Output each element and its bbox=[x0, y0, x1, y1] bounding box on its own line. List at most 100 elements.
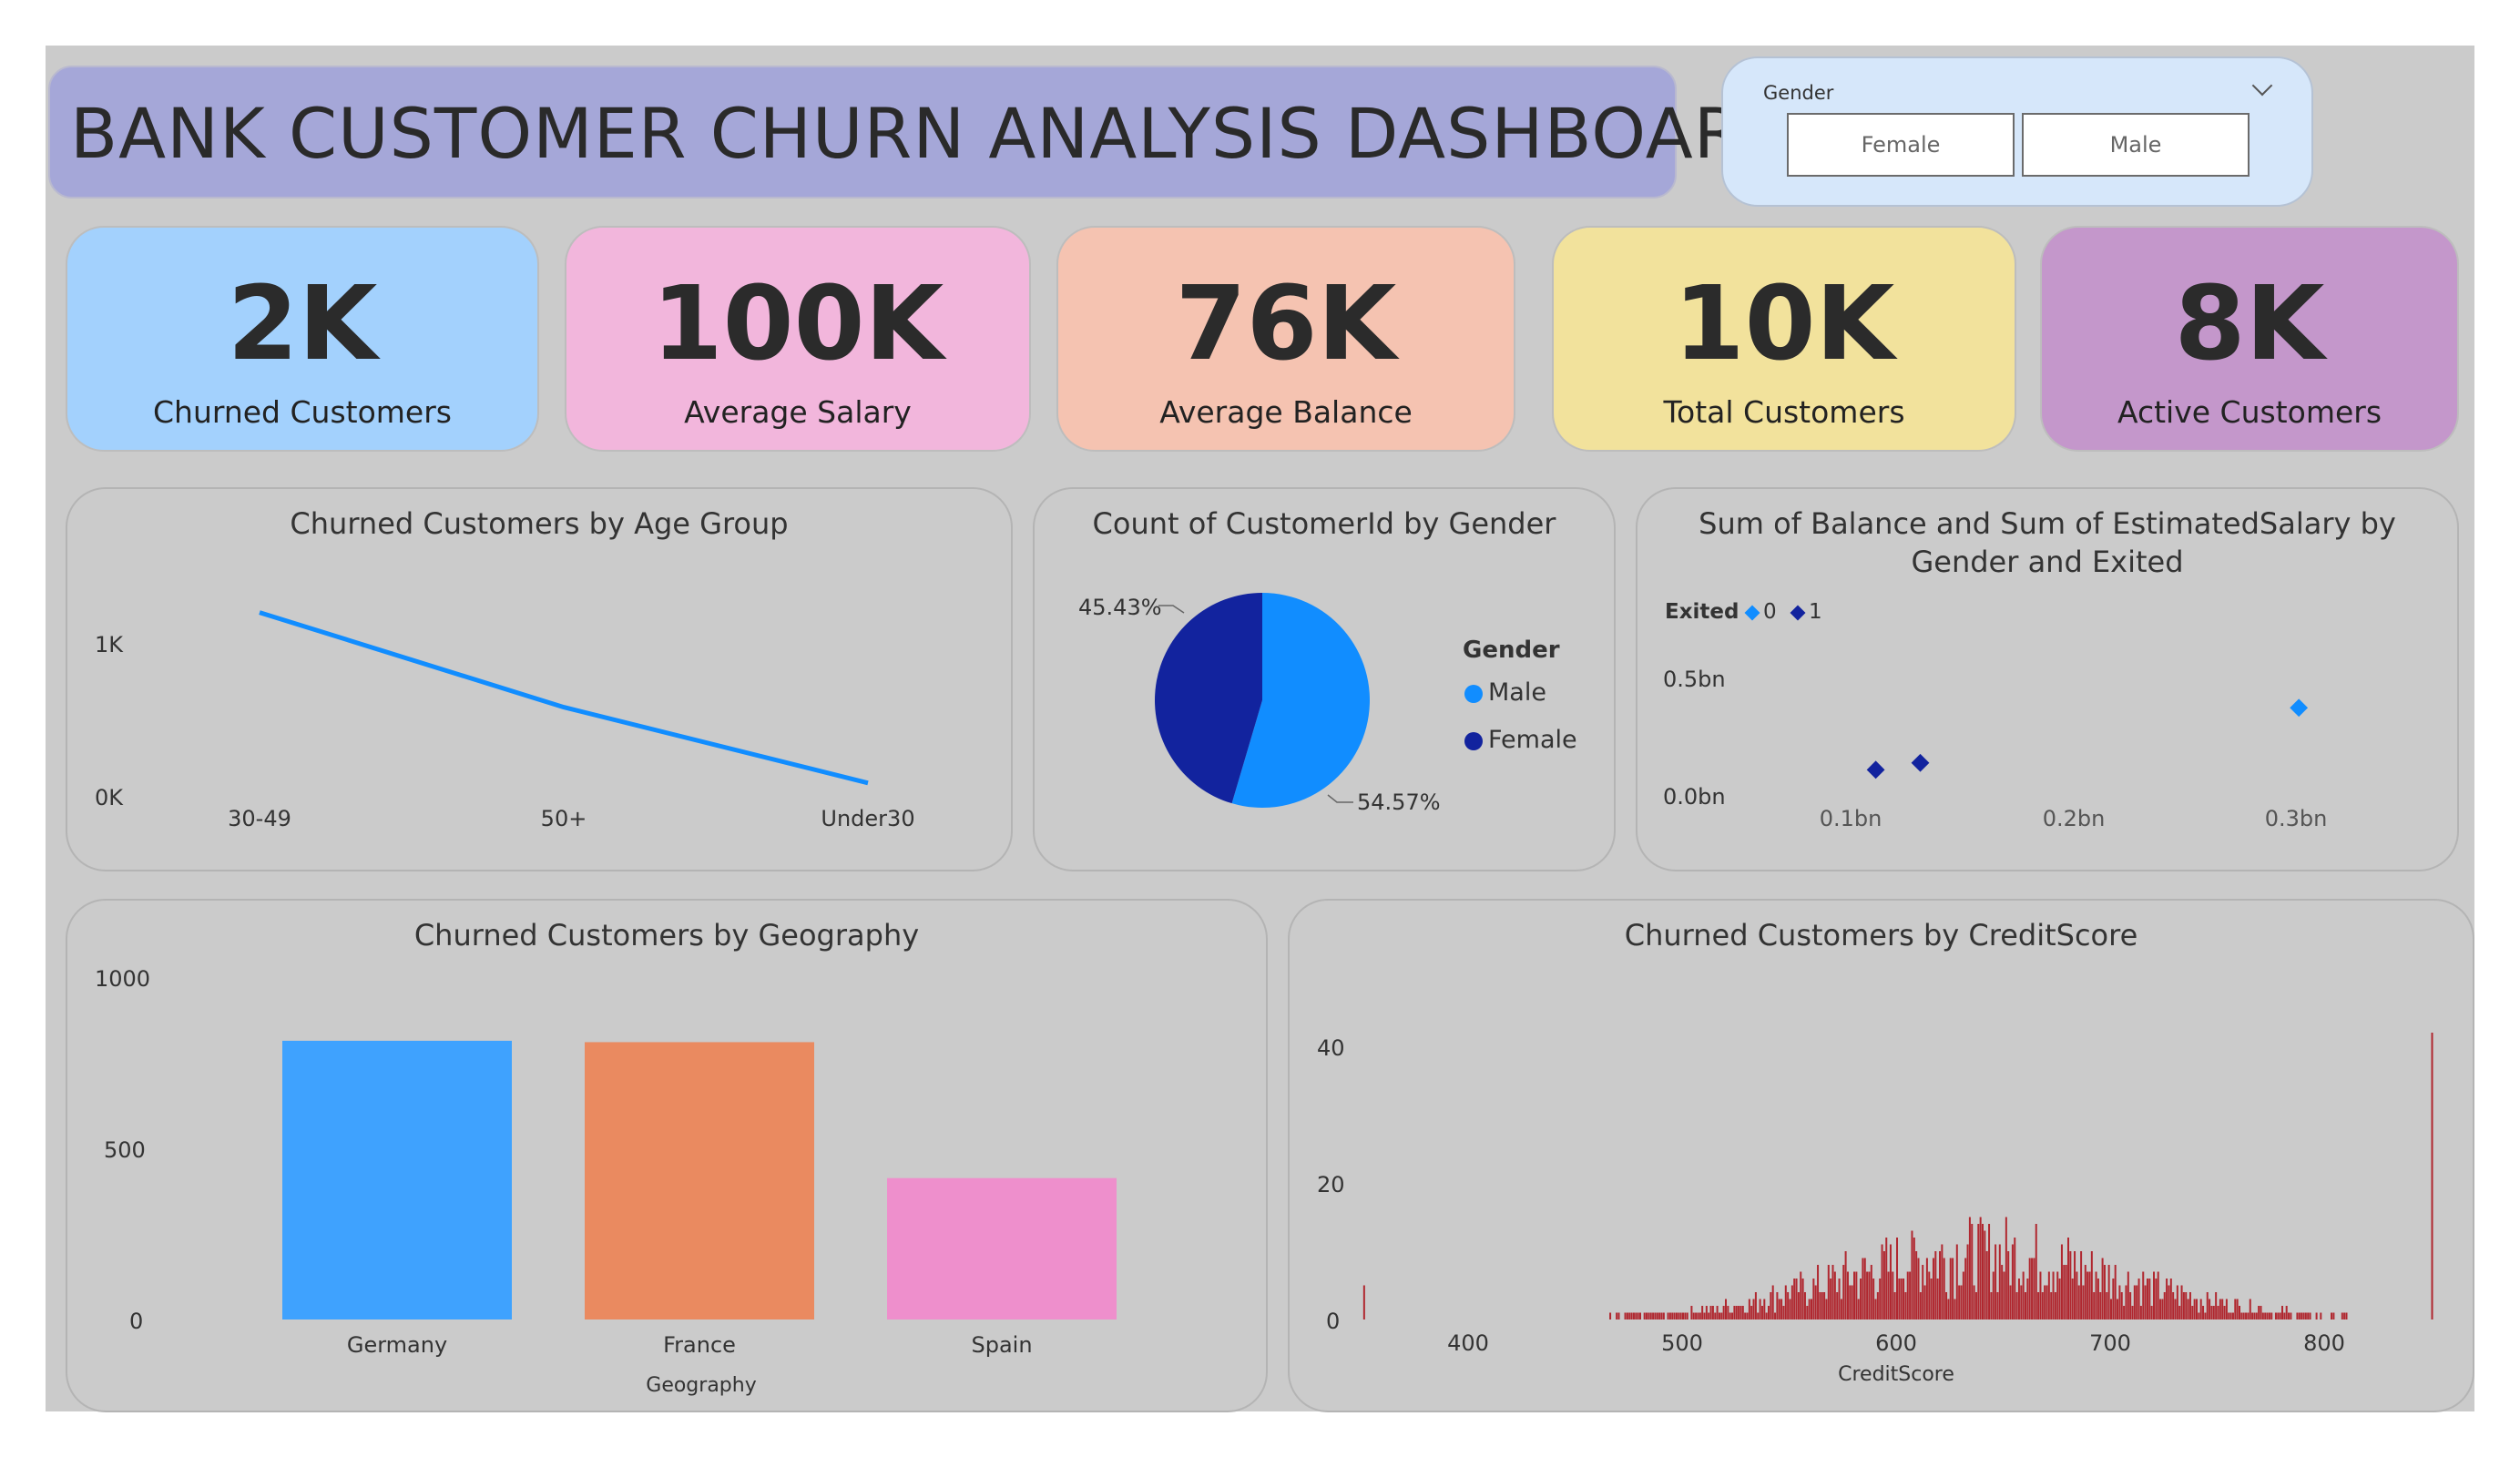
histogram-bar bbox=[1830, 1279, 1832, 1319]
legend-dot-icon bbox=[1464, 684, 1483, 703]
histogram-bar bbox=[1823, 1292, 1826, 1319]
histogram-bar bbox=[2188, 1292, 2191, 1319]
histogram-bar bbox=[1765, 1312, 1768, 1319]
histogram-bar bbox=[2176, 1285, 2178, 1319]
histogram-bar bbox=[1988, 1224, 1991, 1319]
geography-bar-chart[interactable]: Churned Customers by Geography 1000 500 … bbox=[66, 899, 1268, 1412]
pie-leader-line bbox=[1158, 605, 1185, 614]
histogram-bar bbox=[2255, 1312, 2258, 1319]
histogram-bar bbox=[2037, 1292, 2040, 1319]
histogram-bar bbox=[2288, 1312, 2290, 1319]
histogram-bar bbox=[2033, 1258, 2035, 1319]
histogram-bar bbox=[2270, 1312, 2273, 1319]
histogram-bar bbox=[2077, 1285, 2080, 1319]
histogram-bar bbox=[2136, 1285, 2138, 1319]
histogram-bar bbox=[2112, 1279, 2115, 1319]
histogram-bar bbox=[1733, 1306, 1736, 1319]
histogram-bar bbox=[1982, 1224, 1984, 1319]
bar-france bbox=[585, 1042, 814, 1319]
kpi-value: 100K bbox=[651, 265, 944, 383]
histogram-bar bbox=[1787, 1292, 1790, 1319]
histogram-bar bbox=[2217, 1306, 2219, 1319]
histogram-bar bbox=[2247, 1312, 2250, 1319]
histogram-bar bbox=[2185, 1292, 2188, 1319]
histogram-bar bbox=[2231, 1312, 2234, 1319]
histogram-bar bbox=[2011, 1244, 2014, 1319]
histogram-bar bbox=[2071, 1279, 2074, 1319]
balance-salary-scatter-chart[interactable]: Sum of Balance and Sum of EstimatedSalar… bbox=[1636, 487, 2459, 871]
histogram-bar bbox=[2268, 1312, 2270, 1319]
histogram-bar bbox=[1979, 1217, 1982, 1319]
creditscore-bar-chart[interactable]: Churned Customers by CreditScore 40 20 0… bbox=[1288, 899, 2474, 1412]
histogram-bar bbox=[1746, 1312, 1749, 1319]
histogram-bar bbox=[1932, 1258, 1934, 1319]
histogram-bar bbox=[1652, 1312, 1655, 1319]
slicer-option-female[interactable]: Female bbox=[1787, 113, 2015, 177]
histogram-bar bbox=[2095, 1271, 2097, 1319]
histogram-bar bbox=[1808, 1299, 1811, 1319]
histogram-bar bbox=[1632, 1312, 1635, 1319]
histogram-bar bbox=[1995, 1244, 1997, 1319]
kpi-value: 2K bbox=[227, 265, 378, 383]
histogram-bar bbox=[2039, 1271, 2042, 1319]
age-group-chart[interactable]: Churned Customers by Age Group 1K 0K 30-… bbox=[66, 487, 1013, 871]
legend-item-female[interactable]: Female bbox=[1464, 726, 1577, 754]
histogram-bar bbox=[1784, 1285, 1787, 1319]
histogram-bar bbox=[1985, 1251, 1988, 1319]
histogram-bar bbox=[1684, 1312, 1687, 1319]
kpi-churned-customers: 2K Churned Customers bbox=[66, 226, 539, 452]
histogram-bar bbox=[1945, 1292, 1948, 1319]
histogram-bar bbox=[1754, 1292, 1757, 1319]
histogram-bar bbox=[1662, 1312, 1665, 1319]
histogram-bar bbox=[2298, 1312, 2301, 1319]
age-line-plot bbox=[259, 610, 869, 786]
histogram-bar bbox=[2169, 1279, 2172, 1319]
scatter-plot bbox=[1866, 698, 2309, 779]
legend-item-male[interactable]: Male bbox=[1464, 678, 1546, 707]
histogram-bar bbox=[2193, 1299, 2196, 1319]
histogram-bar bbox=[1870, 1265, 1872, 1319]
histogram-bar bbox=[1998, 1244, 2001, 1319]
histogram-bar bbox=[1812, 1279, 1815, 1319]
histogram-bar bbox=[2274, 1312, 2277, 1319]
histogram-bar bbox=[2285, 1306, 2288, 1319]
histogram-bar bbox=[2099, 1292, 2102, 1319]
slicer-option-male[interactable]: Male bbox=[2022, 113, 2250, 177]
histogram-bar bbox=[2022, 1271, 2025, 1319]
chevron-down-icon[interactable] bbox=[2251, 75, 2273, 97]
histogram-bar bbox=[1833, 1271, 1836, 1319]
histogram-bar bbox=[1362, 1285, 1365, 1319]
histogram-bar bbox=[1675, 1312, 1678, 1319]
histogram-bar bbox=[2331, 1312, 2333, 1319]
histogram-bar bbox=[1862, 1258, 1864, 1319]
histogram-bar bbox=[2210, 1306, 2213, 1319]
histogram-bar bbox=[1909, 1271, 1912, 1319]
histogram-bar bbox=[1922, 1265, 1924, 1319]
histogram-bar bbox=[1958, 1285, 1961, 1319]
histogram-bar bbox=[1682, 1312, 1684, 1319]
histogram-bar bbox=[2093, 1292, 2096, 1319]
histogram-bar bbox=[2148, 1279, 2151, 1319]
histogram-bar bbox=[2182, 1292, 2185, 1319]
histogram-bar bbox=[1635, 1312, 1637, 1319]
histogram-bar bbox=[1934, 1251, 1937, 1319]
histogram-bar bbox=[2178, 1306, 2181, 1319]
histogram-bar bbox=[2187, 1299, 2189, 1319]
histogram-bar bbox=[2117, 1299, 2119, 1319]
histogram-bar bbox=[1851, 1285, 1853, 1319]
histogram-bar bbox=[2009, 1285, 2012, 1319]
histogram-bar bbox=[1838, 1279, 1841, 1319]
histogram-bar bbox=[2001, 1265, 2004, 1319]
histogram-bar bbox=[1898, 1279, 1901, 1319]
histogram-bar bbox=[2046, 1285, 2048, 1319]
histogram-bar bbox=[1776, 1292, 1779, 1319]
histogram-bar bbox=[2005, 1217, 2007, 1319]
histogram-bar bbox=[2198, 1312, 2200, 1319]
kpi-label: Total Customers bbox=[1663, 394, 1905, 430]
histogram-bar bbox=[1637, 1312, 1639, 1319]
histogram-bar bbox=[1725, 1299, 1727, 1319]
gender-pie-chart[interactable]: Count of CustomerId by Gender 45.43% 54.… bbox=[1033, 487, 1616, 871]
histogram-bar bbox=[1701, 1306, 1704, 1319]
histogram-bar bbox=[1789, 1299, 1791, 1319]
histogram-bar bbox=[2088, 1271, 2091, 1319]
